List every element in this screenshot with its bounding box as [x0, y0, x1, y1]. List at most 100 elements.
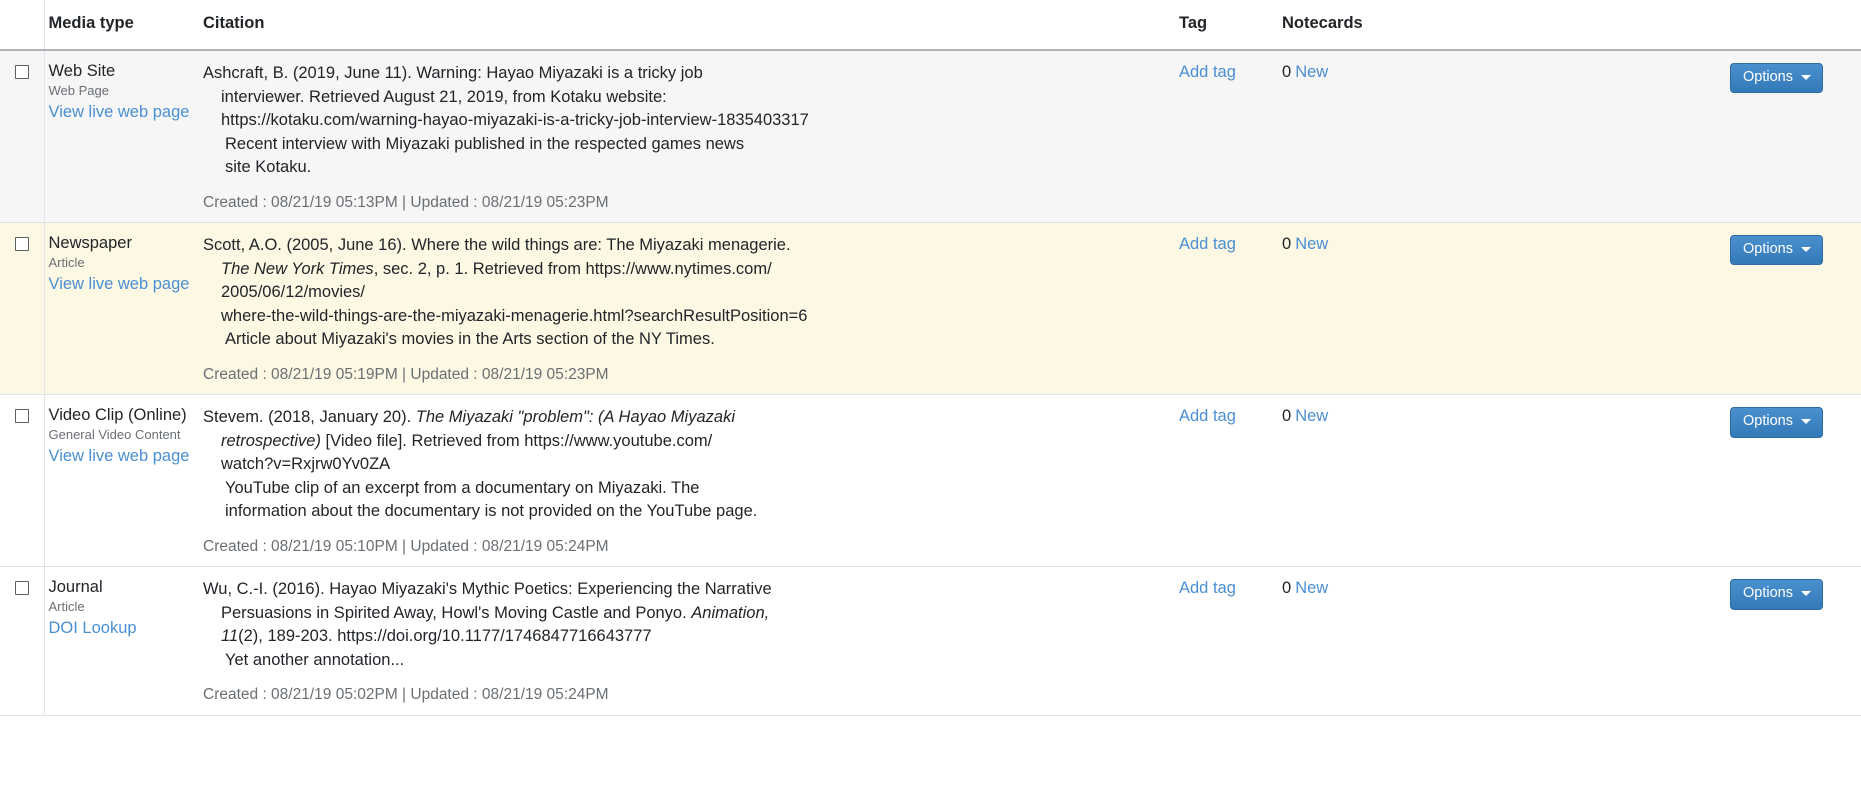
row-checkbox[interactable] [14, 65, 29, 79]
notecard-count: 0 [1282, 235, 1292, 254]
options-cell: Options [1431, 223, 1861, 395]
row-select-cell [0, 566, 45, 716]
annotation-line: Recent interview with Miyazaki published… [225, 134, 745, 153]
citation-italic-text: 11 [221, 627, 239, 646]
chevron-down-icon [1801, 591, 1811, 597]
notecards-cell: 0 New [1276, 50, 1431, 223]
citation-plain-text: 2005/06/12/movies/ [221, 283, 366, 302]
column-header-notecards: Notecards [1276, 0, 1431, 51]
citation-annotation: Recent interview with Miyazaki published… [203, 133, 1171, 180]
add-tag-link[interactable]: Add tag [1179, 235, 1236, 253]
citation-line: retrospective) [Video file]. Retrieved f… [203, 430, 1171, 454]
row-checkbox[interactable] [14, 581, 29, 596]
chevron-down-icon [1801, 419, 1811, 425]
citation-line: interviewer. Retrieved August 21, 2019, … [203, 86, 1171, 110]
options-button-label: Options [1743, 241, 1793, 258]
citation-cell: Stevem. (2018, January 20). The Miyazaki… [199, 395, 1179, 567]
media-source-link[interactable]: View live web page [49, 275, 190, 295]
citation-line: watch?v=Rxjrw0Yv0ZA [203, 453, 1171, 477]
citation-timestamps: Created : 08/21/19 05:13PM | Updated : 0… [203, 193, 609, 211]
citation-line: Persuasions in Spirited Away, Howl's Mov… [203, 602, 1171, 626]
citation-timestamps: Created : 08/21/19 05:10PM | Updated : 0… [203, 537, 609, 555]
media-type-cell: Journal Article DOI Lookup [44, 567, 199, 716]
row-checkbox[interactable] [14, 409, 29, 424]
table-row: Newspaper Article View live web page Scott,… [0, 222, 1861, 395]
media-source-link[interactable]: View live web page [49, 103, 190, 123]
citation-italic-text: The Miyazaki "problem": (A Hayao Miyazak… [415, 408, 735, 427]
media-subtype-label: General Video Content [48, 427, 181, 443]
new-notecard-link[interactable]: New [1295, 63, 1328, 81]
citation-line: 2005/06/12/movies/ [203, 281, 1171, 305]
options-button-label: Options [1743, 413, 1793, 430]
new-notecard-link[interactable]: New [1295, 407, 1328, 425]
options-button[interactable]: Options [1730, 407, 1823, 438]
column-header-tag: Tag [1179, 0, 1276, 51]
notecards-cell: 0 New [1276, 395, 1431, 567]
notecard-count: 0 [1282, 63, 1292, 81]
table-row: Journal Article DOI Lookup Wu, C.-I. (2016)… [0, 566, 1861, 716]
options-cell: Options [1431, 50, 1861, 223]
citations-table: Media type Citation Tag Notecards Web Si… [0, 0, 1861, 716]
media-type-label: Newspaper [48, 234, 132, 253]
row-checkbox[interactable] [14, 237, 29, 252]
citation-italic-text: The New York Times [221, 259, 374, 278]
citation-plain-text: interviewer. Retrieved August 21, 2019, … [221, 87, 667, 106]
media-source-link[interactable]: DOI Lookup [49, 619, 137, 639]
media-type-cell: Web Site Web Page View live web page [44, 50, 199, 223]
notecard-count: 0 [1282, 579, 1292, 598]
citation-plain-text: https://kotaku.com/warning-hayao-miyazak… [221, 111, 809, 129]
citation-annotation: Yet another annotation... [203, 649, 1171, 673]
media-subtype-label: Web Page [48, 82, 109, 98]
citation-plain-text: Ashcraft, B. (2019, June 11). Warning: H… [203, 64, 703, 82]
tag-cell: Add tag [1179, 567, 1276, 716]
tag-cell: Add tag [1179, 50, 1276, 223]
notecards-cell: 0 New [1276, 223, 1431, 395]
media-type-cell: Newspaper Article View live web page [44, 223, 199, 395]
notecards-cell: 0 New [1276, 567, 1431, 716]
new-notecard-link[interactable]: New [1295, 235, 1328, 253]
annotation-line: Yet another annotation... [225, 650, 405, 669]
media-source-link[interactable]: View live web page [49, 447, 190, 467]
options-cell: Options [1431, 567, 1861, 716]
citation-plain-text: Scott, A.O. (2005, June 16). Where the w… [203, 236, 791, 255]
media-type-label: Web Site [48, 62, 116, 80]
citation-line: Wu, C.-I. (2016). Hayao Miyazaki's Mythi… [203, 578, 1171, 602]
add-tag-link[interactable]: Add tag [1179, 407, 1236, 425]
column-header-media-type: Media type [44, 0, 199, 51]
table-header-row: Media type Citation Tag Notecards [0, 0, 1861, 51]
annotation-line: YouTube clip of an excerpt from a docume… [225, 478, 700, 497]
citation-cell: Ashcraft, B. (2019, June 11). Warning: H… [199, 50, 1179, 223]
new-notecard-link[interactable]: New [1295, 579, 1328, 597]
citation-timestamps: Created : 08/21/19 05:02PM | Updated : 0… [203, 686, 609, 704]
citation-italic-text: retrospective) [221, 431, 321, 450]
annotation-line: information about the documentary is not… [225, 502, 758, 521]
table-row: Video Clip (Online) General Video Content… [0, 394, 1861, 567]
chevron-down-icon [1801, 75, 1811, 81]
citation-cell: Wu, C.-I. (2016). Hayao Miyazaki's Mythi… [199, 567, 1179, 716]
options-cell: Options [1431, 395, 1861, 567]
add-tag-link[interactable]: Add tag [1179, 63, 1236, 81]
citation-plain-text: Stevem. (2018, January 20). [203, 408, 416, 427]
citation-plain-text: where-the-wild-things-are-the-miyazaki-m… [221, 306, 808, 325]
annotation-line: Article about Miyazaki's movies in the A… [225, 330, 715, 349]
citation-plain-text: [Video file]. Retrieved from https://www… [320, 431, 713, 450]
options-button[interactable]: Options [1730, 63, 1823, 94]
citation-line: 11(2), 189-203. https://doi.org/10.1177/… [203, 625, 1171, 649]
citation-line: Ashcraft, B. (2019, June 11). Warning: H… [203, 62, 1171, 86]
options-button[interactable]: Options [1730, 579, 1823, 610]
citation-annotation: Article about Miyazaki's movies in the A… [203, 328, 1171, 352]
citation-line: Scott, A.O. (2005, June 16). Where the w… [203, 234, 1171, 258]
options-button[interactable]: Options [1730, 235, 1823, 266]
citation-timestamps: Created : 08/21/19 05:19PM | Updated : 0… [203, 365, 609, 383]
citation-text: Scott, A.O. (2005, June 16). Where the w… [203, 234, 1171, 352]
citation-plain-text: Persuasions in Spirited Away, Howl's Mov… [221, 603, 692, 622]
citation-line: Stevem. (2018, January 20). The Miyazaki… [203, 406, 1171, 430]
row-select-cell [0, 50, 45, 223]
citation-annotation: YouTube clip of an excerpt from a docume… [203, 477, 1171, 524]
column-header-select [0, 0, 45, 51]
add-tag-link[interactable]: Add tag [1179, 579, 1236, 597]
options-button-label: Options [1743, 69, 1793, 85]
citation-text: Ashcraft, B. (2019, June 11). Warning: H… [203, 62, 1171, 180]
table-header: Media type Citation Tag Notecards [0, 0, 1861, 51]
citation-text: Wu, C.-I. (2016). Hayao Miyazaki's Mythi… [203, 578, 1171, 672]
